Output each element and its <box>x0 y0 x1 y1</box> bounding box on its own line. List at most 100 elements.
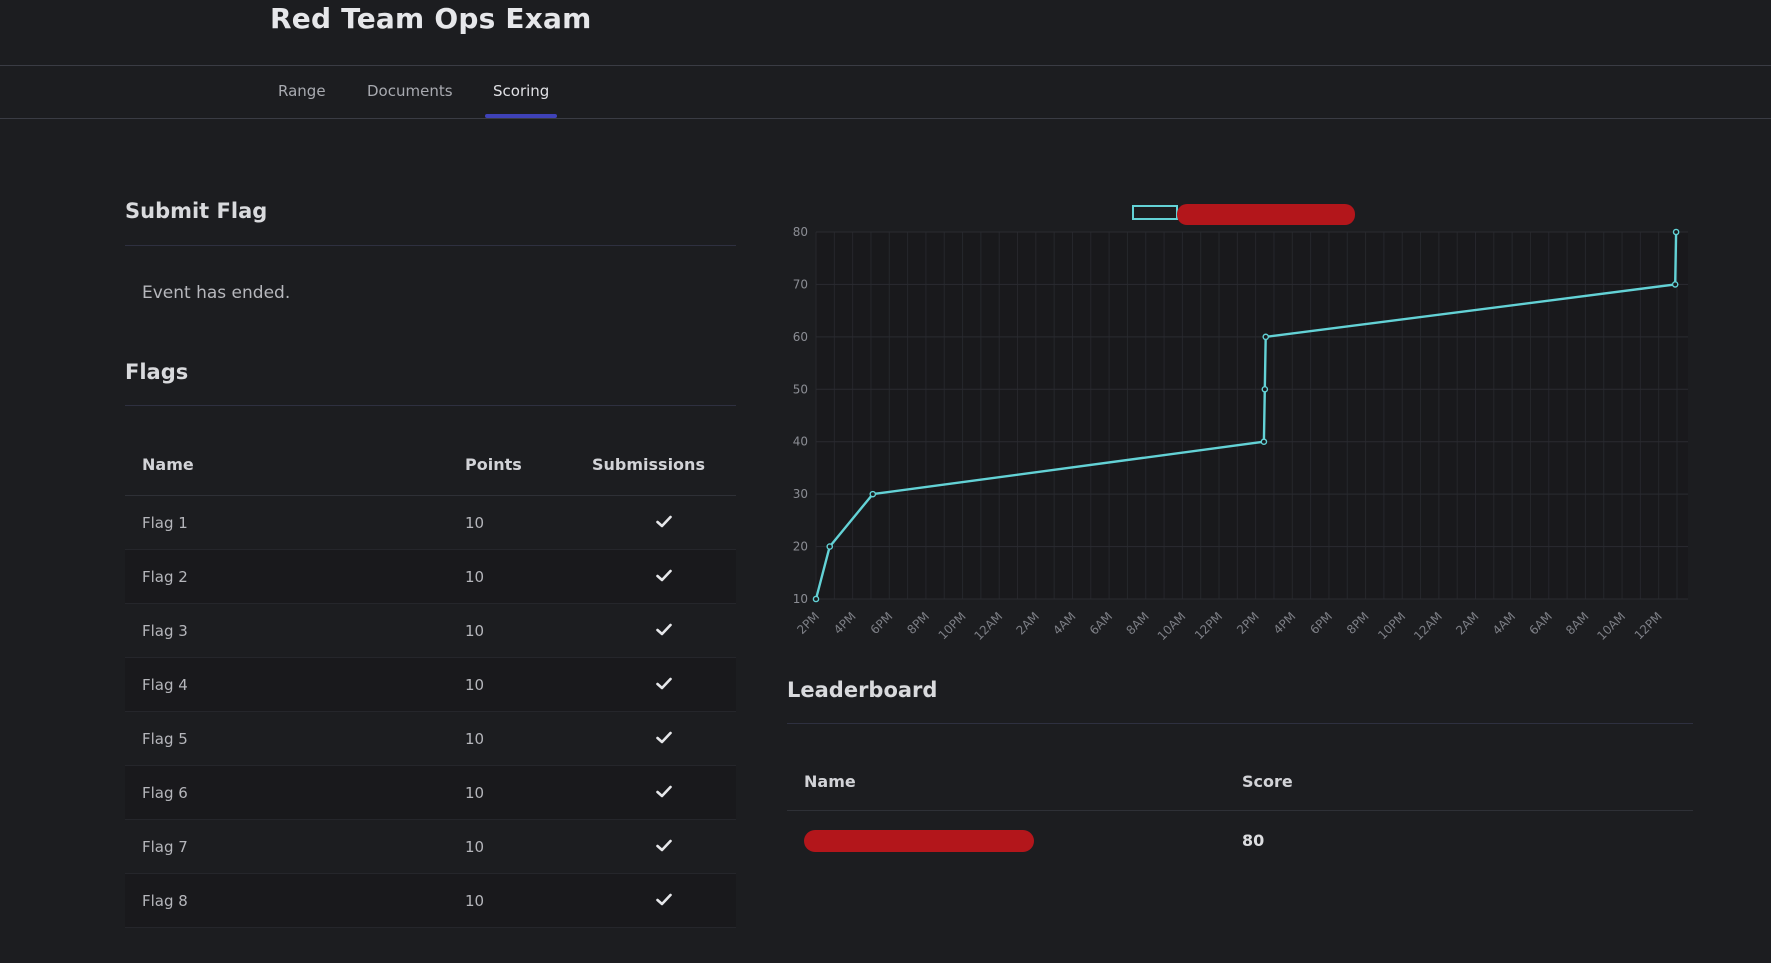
check-icon <box>655 731 672 743</box>
data-point <box>1671 281 1679 288</box>
submit-flag-divider <box>125 245 736 246</box>
check-icon <box>655 677 672 689</box>
y-tick-label: 70 <box>793 277 808 291</box>
x-tick-label: 10PM <box>936 609 969 642</box>
tab-range[interactable]: Range <box>278 82 326 100</box>
tab-bar: Range Documents Scoring <box>0 66 1771 119</box>
x-tick-label: 4PM <box>831 609 859 637</box>
y-tick-label: 80 <box>793 225 808 239</box>
column-header-score[interactable]: Score <box>1241 752 1693 811</box>
flags-table: Name Points Submissions Flag 1 10 Flag 2… <box>125 434 736 928</box>
flags-divider <box>125 405 736 406</box>
flag-name: Flag 7 <box>125 819 464 874</box>
table-row: Flag 6 10 <box>125 765 736 820</box>
flag-points: 10 <box>464 765 591 820</box>
x-tick-label: 2PM <box>794 609 822 637</box>
flag-points: 10 <box>464 657 591 712</box>
event-ended-message: Event has ended. <box>142 283 291 303</box>
check-icon <box>655 623 672 635</box>
team-score: 80 <box>1242 831 1265 850</box>
y-tick-label: 60 <box>793 330 808 344</box>
x-tick-label: 8AM <box>1123 609 1151 637</box>
data-point <box>1261 385 1269 393</box>
flag-points: 10 <box>464 873 591 928</box>
flag-name: Flag 2 <box>125 549 464 604</box>
x-tick-label: 10AM <box>1594 609 1628 643</box>
column-header-name[interactable]: Name <box>125 434 464 496</box>
table-row: Flag 8 10 <box>125 873 736 928</box>
check-icon <box>655 785 672 797</box>
score-chart: 10203040506070802PM 4PM 6PM 8PM 10PM 12AM 2AM 4… <box>793 204 1688 643</box>
column-header-points[interactable]: Points <box>464 434 591 496</box>
check-icon <box>655 569 672 581</box>
x-tick-label: 10PM <box>1375 609 1408 642</box>
top-header: Red Team Ops Exam <box>0 0 1771 66</box>
x-tick-label: 6PM <box>1307 609 1335 637</box>
leaderboard-table: Name Score 80 <box>787 752 1693 870</box>
x-tick-label: 4AM <box>1050 609 1078 637</box>
x-tick-label: 6AM <box>1526 609 1554 637</box>
x-tick-label: 4PM <box>1271 609 1299 637</box>
x-tick-label: 8PM <box>904 609 932 637</box>
flag-name: Flag 1 <box>125 495 464 550</box>
x-tick-label: 4AM <box>1490 609 1518 637</box>
flag-points: 10 <box>464 549 591 604</box>
flag-name: Flag 5 <box>125 711 464 766</box>
flag-name: Flag 3 <box>125 603 464 658</box>
flag-points: 10 <box>464 495 591 550</box>
flag-name: Flag 8 <box>125 873 464 928</box>
data-point <box>826 543 834 550</box>
data-point <box>812 595 820 603</box>
x-tick-label: 12PM <box>1632 609 1665 642</box>
data-point <box>1260 438 1268 446</box>
flag-points: 10 <box>464 711 591 766</box>
column-header-name[interactable]: Name <box>787 752 1241 811</box>
x-tick-label: 12AM <box>971 609 1005 643</box>
x-tick-label: 12PM <box>1192 609 1225 642</box>
flags-heading: Flags <box>125 360 189 384</box>
column-header-submissions[interactable]: Submissions <box>591 434 736 496</box>
check-icon <box>655 515 672 527</box>
table-row: Flag 5 10 <box>125 711 736 766</box>
submit-flag-heading: Submit Flag <box>125 199 268 223</box>
x-tick-label: 2PM <box>1234 609 1262 637</box>
table-row: Flag 4 10 <box>125 657 736 712</box>
table-row: Flag 2 10 <box>125 549 736 604</box>
x-tick-label: 8PM <box>1344 609 1372 637</box>
y-tick-label: 40 <box>793 435 808 449</box>
table-row: Flag 3 10 <box>125 603 736 658</box>
table-row: Flag 7 10 <box>125 819 736 874</box>
legend-swatch <box>1132 205 1178 220</box>
flag-points: 10 <box>464 603 591 658</box>
legend-label-redacted <box>1177 204 1355 225</box>
plot-area <box>816 232 1688 599</box>
redacted-team-name <box>804 829 1034 852</box>
y-tick-label: 30 <box>793 487 808 501</box>
x-tick-label: 6PM <box>868 609 896 637</box>
page-title: Red Team Ops Exam <box>270 2 592 35</box>
data-point <box>869 490 877 498</box>
active-tab-indicator <box>485 114 557 118</box>
table-row: Flag 1 10 <box>125 495 736 550</box>
data-point <box>1262 333 1270 341</box>
x-tick-label: 8AM <box>1563 609 1591 637</box>
tab-documents[interactable]: Documents <box>367 82 453 100</box>
x-tick-label: 2AM <box>1014 609 1042 637</box>
check-icon <box>655 839 672 851</box>
tab-scoring[interactable]: Scoring <box>493 82 549 100</box>
leaderboard-header-row: Name Score <box>787 752 1693 811</box>
table-row: 80 <box>787 811 1693 871</box>
leaderboard-heading: Leaderboard <box>787 678 938 702</box>
flags-header-row: Name Points Submissions <box>125 434 736 496</box>
y-tick-label: 50 <box>793 382 808 396</box>
x-tick-label: 10AM <box>1155 609 1189 643</box>
flag-name: Flag 4 <box>125 657 464 712</box>
flag-name: Flag 6 <box>125 765 464 820</box>
x-tick-label: 6AM <box>1087 609 1115 637</box>
y-tick-label: 10 <box>793 592 808 606</box>
flag-points: 10 <box>464 819 591 874</box>
data-point <box>1672 228 1680 236</box>
x-tick-label: 12AM <box>1411 609 1445 643</box>
check-icon <box>655 893 672 905</box>
x-tick-label: 2AM <box>1453 609 1481 637</box>
